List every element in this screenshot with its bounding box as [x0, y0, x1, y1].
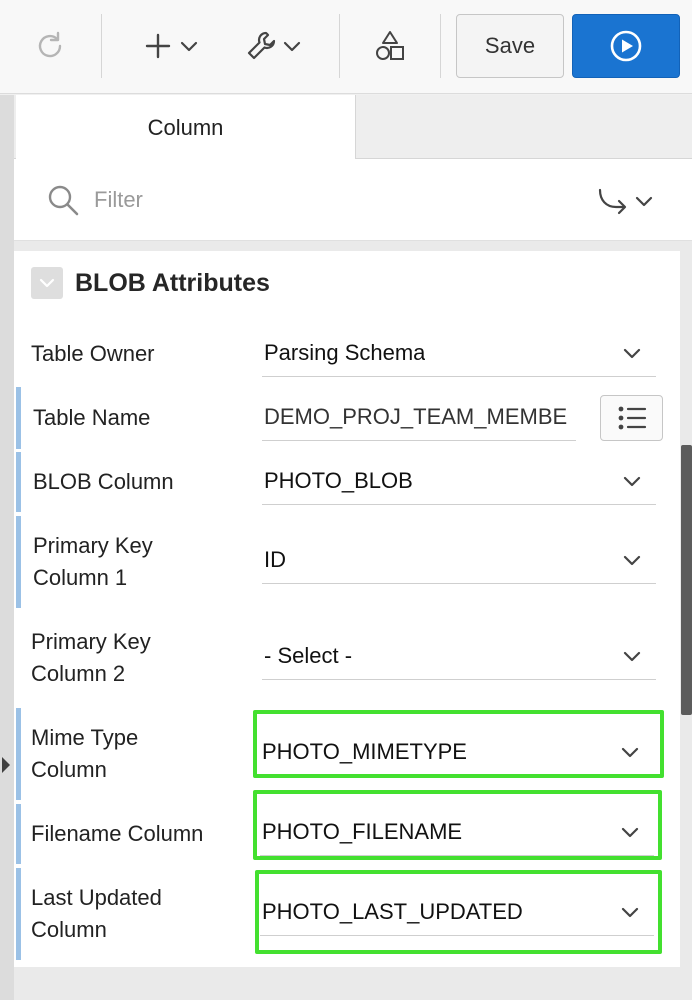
- required-indicator: [16, 868, 21, 960]
- run-button[interactable]: [572, 14, 680, 78]
- last-updated-column-select[interactable]: PHOTO_LAST_UPDATED: [260, 890, 654, 936]
- field-label: BLOB Column: [33, 469, 174, 494]
- field-value: PHOTO_BLOB: [264, 468, 413, 493]
- field-value: ID: [264, 547, 286, 572]
- property-row-primary-key-column-1: Primary Key Column 1 ID: [14, 516, 680, 608]
- tab-column[interactable]: Column: [16, 95, 356, 160]
- filter-bar: [14, 159, 692, 241]
- chevron-down-icon: [635, 196, 653, 207]
- section-title: BLOB Attributes: [75, 269, 270, 297]
- mime-type-column-select[interactable]: PHOTO_MIMETYPE: [260, 730, 654, 776]
- field-value: - Select -: [264, 643, 353, 668]
- table-name-field[interactable]: DEMO_PROJ_TEAM_MEMBE: [262, 395, 576, 441]
- collapse-section-button[interactable]: [31, 267, 63, 299]
- chevron-down-icon: [621, 827, 639, 838]
- property-row-mime-type-column: Mime Type Column PHOTO_MIMETYPE: [14, 708, 680, 800]
- plus-icon: [145, 33, 171, 59]
- property-row-table-name: Table Name DEMO_PROJ_TEAM_MEMBE: [14, 387, 680, 449]
- field-label: Mime Type Column: [31, 725, 139, 782]
- required-indicator: [16, 708, 21, 800]
- property-row-table-owner: Table Owner Parsing Schema: [14, 322, 680, 384]
- scrollbar[interactable]: [681, 445, 692, 715]
- filename-column-select[interactable]: PHOTO_FILENAME: [260, 810, 654, 856]
- refresh-icon: [38, 31, 62, 58]
- search-icon: [48, 185, 79, 216]
- required-indicator: [16, 516, 21, 608]
- field-label: Filename Column: [31, 821, 204, 846]
- utilities-menu-button[interactable]: [238, 18, 308, 74]
- field-label: Table Owner: [31, 341, 155, 366]
- toolbar-divider: [101, 14, 102, 78]
- field-value: PHOTO_LAST_UPDATED: [262, 899, 523, 924]
- chevron-down-icon: [180, 41, 198, 52]
- arrow-turn-down-right-icon: [598, 188, 627, 215]
- wrench-icon: [247, 31, 276, 60]
- field-value: PHOTO_FILENAME: [262, 819, 463, 844]
- field-value: Parsing Schema: [264, 340, 426, 365]
- filter-input[interactable]: [94, 179, 494, 221]
- shared-components-button[interactable]: [364, 18, 416, 74]
- collapse-arrow-icon[interactable]: [2, 757, 10, 773]
- create-menu-button[interactable]: [136, 18, 206, 74]
- chevron-down-icon: [623, 476, 641, 487]
- primary-key-column-1-select[interactable]: ID: [262, 538, 656, 584]
- pane-splitter[interactable]: [0, 95, 14, 1000]
- property-row-last-updated-column: Last Updated Column PHOTO_LAST_UPDATED: [14, 868, 680, 960]
- field-label: Primary Key Column 1: [33, 533, 153, 590]
- required-indicator: [16, 452, 21, 512]
- field-label: Last Updated Column: [31, 885, 162, 942]
- chevron-down-icon: [623, 651, 641, 662]
- property-row-primary-key-column-2: Primary Key Column 2 - Select -: [14, 612, 680, 704]
- page-designer-toolbar: Save: [0, 0, 692, 94]
- chevron-down-icon: [283, 41, 301, 52]
- chevron-down-icon: [621, 747, 639, 758]
- list-of-values-button[interactable]: [600, 395, 663, 441]
- field-value: PHOTO_MIMETYPE: [262, 739, 467, 764]
- refresh-button[interactable]: [22, 18, 78, 74]
- shapes-icon: [376, 31, 404, 60]
- blob-column-select[interactable]: PHOTO_BLOB: [262, 459, 656, 505]
- chevron-down-icon: [623, 555, 641, 566]
- play-icon: [610, 30, 642, 62]
- field-label: Primary Key Column 2: [31, 629, 151, 686]
- chevron-down-icon: [39, 278, 55, 288]
- toolbar-divider: [440, 14, 441, 78]
- chevron-down-icon: [623, 348, 641, 359]
- go-to-group-button[interactable]: [596, 181, 668, 221]
- property-row-filename-column: Filename Column PHOTO_FILENAME: [14, 804, 680, 864]
- property-row-blob-column: BLOB Column PHOTO_BLOB: [14, 452, 680, 512]
- table-owner-select[interactable]: Parsing Schema: [262, 331, 656, 377]
- field-label: Table Name: [33, 405, 151, 430]
- primary-key-column-2-select[interactable]: - Select -: [262, 634, 656, 680]
- property-editor-tabs: Column: [14, 95, 692, 160]
- list-icon: [618, 406, 646, 430]
- required-indicator: [16, 804, 21, 864]
- field-value: DEMO_PROJ_TEAM_MEMBE: [264, 404, 568, 429]
- toolbar-divider: [339, 14, 340, 78]
- required-indicator: [16, 387, 21, 449]
- save-button[interactable]: Save: [456, 14, 564, 78]
- chevron-down-icon: [621, 907, 639, 918]
